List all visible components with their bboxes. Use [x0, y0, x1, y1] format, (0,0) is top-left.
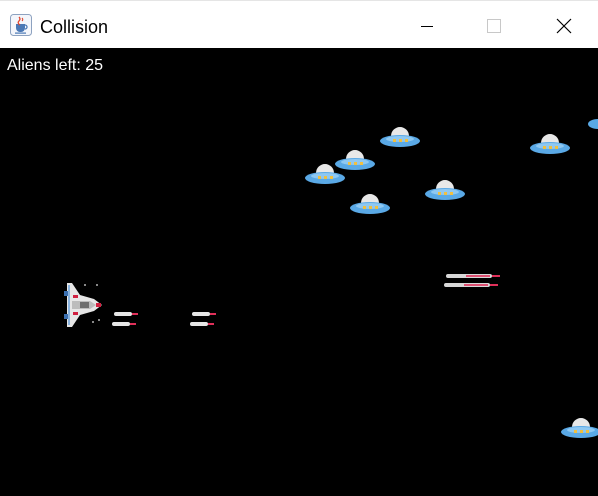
ufo-icon: [561, 418, 598, 438]
aliens-left-counter: Aliens left: 25: [7, 57, 104, 74]
ufo-icon: [350, 194, 390, 214]
maximize-button[interactable]: [470, 1, 516, 49]
ufo-icon: [425, 180, 465, 200]
game-canvas[interactable]: Aliens left: 25: [0, 48, 598, 496]
close-icon: [556, 18, 572, 34]
window-title: Collision: [40, 17, 109, 37]
missile-icon: [112, 312, 138, 326]
game-window: Collision Aliens left: 25: [0, 0, 598, 496]
ufo-icon: [380, 127, 420, 147]
minimize-icon: [421, 26, 433, 27]
ufo-icon: [305, 164, 345, 184]
java-cup-icon: [10, 14, 32, 36]
title-bar[interactable]: Collision: [0, 0, 598, 48]
maximize-icon: [487, 19, 501, 33]
minimize-button[interactable]: [404, 1, 450, 49]
close-button[interactable]: [541, 1, 587, 49]
ufo-icon: [530, 134, 570, 154]
spaceship-icon: [64, 283, 102, 327]
ufo-icon: [588, 119, 598, 129]
missile-icon: [444, 274, 500, 287]
missile-icon: [190, 312, 216, 326]
